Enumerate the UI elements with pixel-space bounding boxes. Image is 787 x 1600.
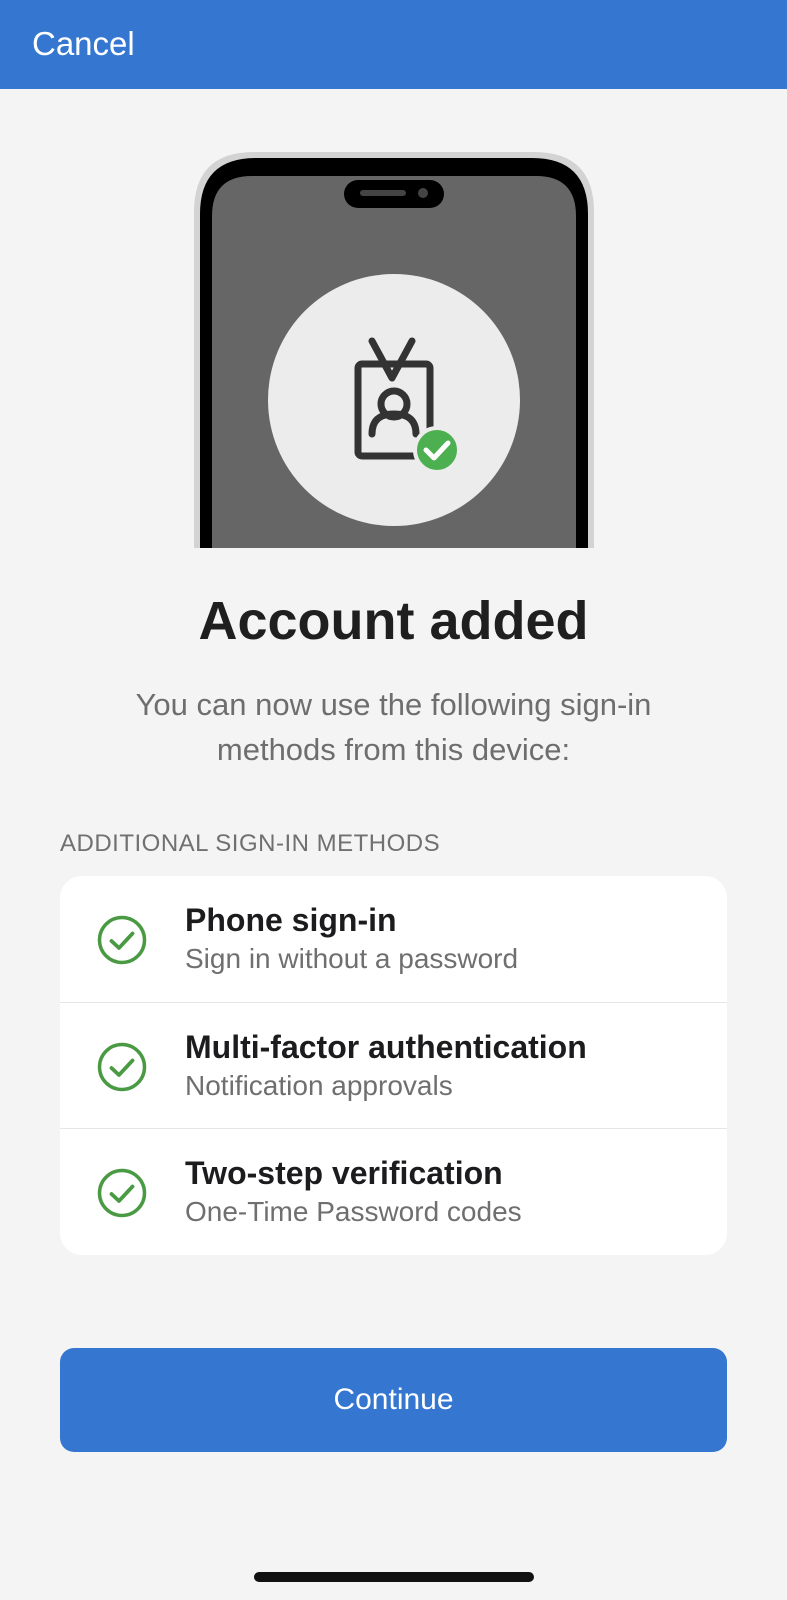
method-title: Multi-factor authentication xyxy=(185,1029,587,1065)
list-item: Phone sign-in Sign in without a password xyxy=(60,876,727,1002)
page-subtitle: You can now use the following sign-in me… xyxy=(135,687,652,767)
cancel-button[interactable]: Cancel xyxy=(32,24,135,64)
check-circle-icon xyxy=(96,1041,148,1093)
list-item: Multi-factor authentication Notification… xyxy=(60,1002,727,1128)
phone-illustration xyxy=(194,152,594,548)
top-bar: Cancel xyxy=(0,0,787,89)
check-circle-icon xyxy=(96,914,148,966)
method-title: Phone sign-in xyxy=(185,902,397,938)
method-title: Two-step verification xyxy=(185,1155,503,1191)
method-description: Sign in without a password xyxy=(185,943,519,974)
sign-in-methods-list: Phone sign-in Sign in without a password… xyxy=(60,876,727,1255)
home-indicator[interactable] xyxy=(254,1572,534,1582)
method-description: Notification approvals xyxy=(185,1070,453,1101)
page-title: Account added xyxy=(198,591,589,651)
check-circle-icon xyxy=(96,1167,148,1219)
continue-button[interactable]: Continue xyxy=(60,1348,727,1452)
list-item: Two-step verification One-Time Password … xyxy=(60,1128,727,1254)
phone-frame-icon xyxy=(194,152,594,548)
method-description: One-Time Password codes xyxy=(185,1196,522,1227)
success-check-icon xyxy=(413,426,461,474)
section-header: ADDITIONAL SIGN-IN METHODS xyxy=(60,830,441,857)
